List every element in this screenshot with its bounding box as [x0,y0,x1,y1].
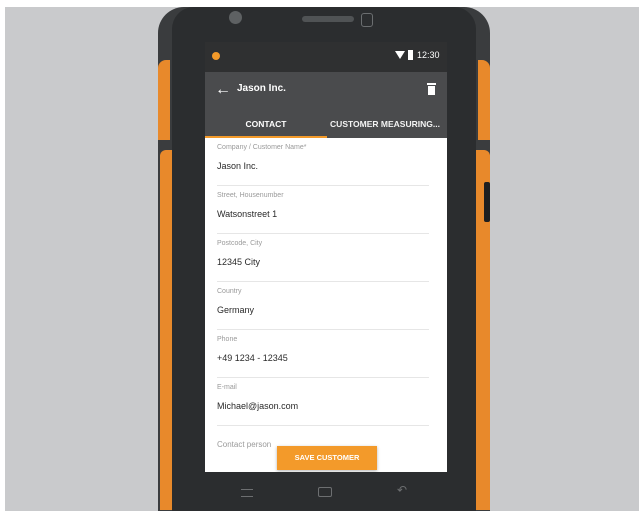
stage: 12:30 ← Jason Inc. CONTACT CUSTOMER MEAS… [0,0,642,514]
field-value: Germany [217,305,255,315]
speaker-grille [302,16,354,22]
field-value: 12345 City [217,257,261,267]
system-nav-bar: ↶ [205,472,447,511]
wifi-icon [395,51,405,59]
field-label: E-mail [217,384,237,391]
back-icon[interactable]: ↶ [397,483,407,497]
status-bar: 12:30 [205,42,447,72]
postcode-city-field[interactable]: Postcode, City 12345 City [217,234,429,282]
field-label: Postcode, City [217,240,263,247]
field-label: Company / Customer Name* [217,144,307,151]
sensor-icon [361,13,373,27]
company-name-field[interactable]: Company / Customer Name* Jason Inc. [217,138,429,186]
phone-screen: 12:30 ← Jason Inc. CONTACT CUSTOMER MEAS… [205,42,447,472]
phone-field[interactable]: Phone +49 1234 - 12345 [217,330,429,378]
contact-person-field[interactable]: Contact person [217,440,271,449]
field-value: Watsonstreet 1 [217,209,278,219]
street-field[interactable]: Street, Housenumber Watsonstreet 1 [217,186,429,234]
field-label: Country [217,288,242,295]
side-button [484,182,490,222]
field-value: +49 1234 - 12345 [217,353,288,363]
app-bar-title: Jason Inc. [237,83,286,94]
battery-icon [408,50,413,60]
tab-bar: CONTACT CUSTOMER MEASURING... [205,110,447,138]
save-customer-button[interactable]: SAVE CUSTOMER [277,446,377,470]
field-value: Michael@jason.com [217,401,299,411]
email-field[interactable]: E-mail Michael@jason.com [217,378,429,426]
device-bumper-left-top [158,60,170,140]
menu-icon[interactable] [241,489,253,497]
customer-form: Company / Customer Name* Jason Inc. Stre… [205,138,447,472]
tab-contact[interactable]: CONTACT [205,110,327,138]
testo-logo-icon [212,52,220,60]
trash-icon[interactable] [427,83,436,95]
camera-icon [229,11,242,24]
device-bumper-right-top [478,60,490,140]
field-label: Street, Housenumber [217,192,284,199]
home-icon[interactable] [318,487,332,497]
country-field[interactable]: Country Germany [217,282,429,330]
tab-customer-measuring[interactable]: CUSTOMER MEASURING... [323,110,447,138]
app-bar: ← Jason Inc. [205,72,447,110]
status-time: 12:30 [417,50,440,60]
field-label: Phone [217,336,238,343]
back-arrow-icon[interactable]: ← [215,81,231,99]
field-value: Jason Inc. [217,161,259,171]
